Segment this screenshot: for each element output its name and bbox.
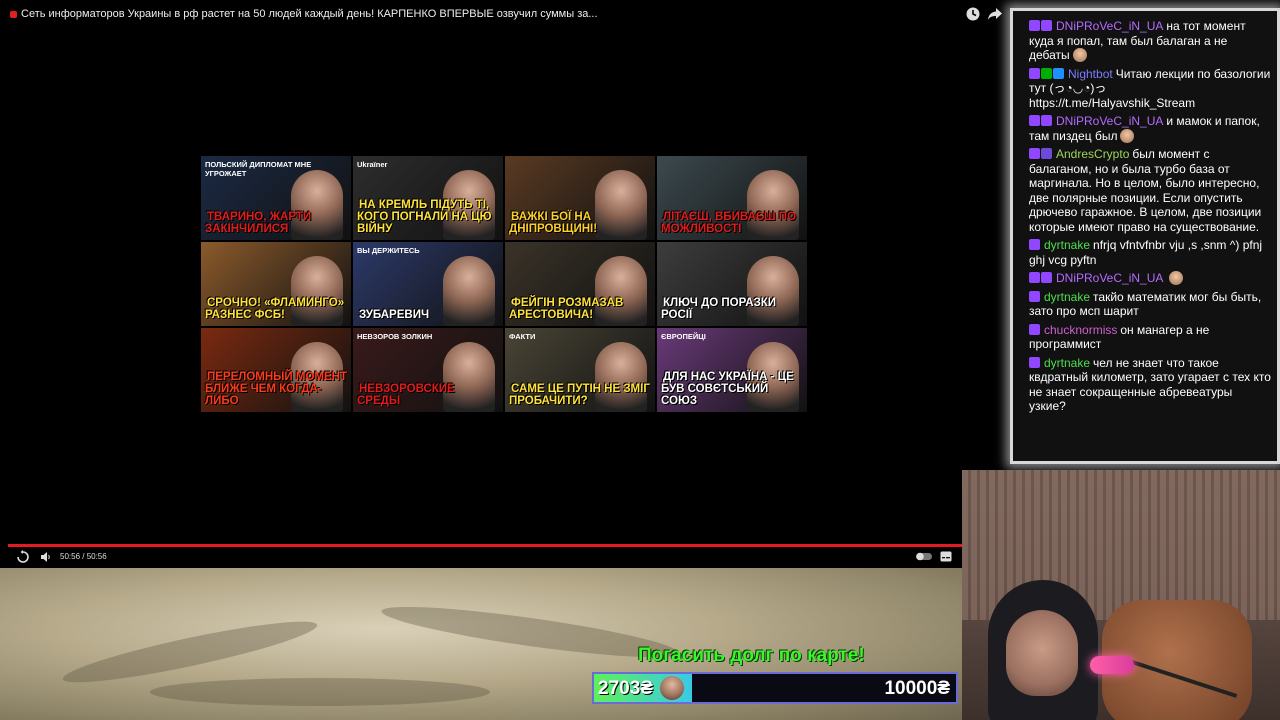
- chat-username[interactable]: dyrtnake: [1044, 356, 1090, 370]
- endscreen-video-tile[interactable]: Срочно! «Фламинго» разнес ФСБ!: [201, 242, 351, 326]
- endscreen-video-tile[interactable]: Ukraїner На Кремль підуть ті, кого погнал…: [353, 156, 503, 240]
- autoplay-toggle[interactable]: [916, 552, 932, 561]
- chat-message: chucknormiss он манагер а не программист: [1029, 323, 1271, 352]
- thumbnail-headline: Зубаревич: [359, 309, 430, 321]
- microphone: [1090, 656, 1134, 674]
- endscreen-video-tile[interactable]: Фейгін розмазав Арестовича!: [505, 242, 655, 326]
- thumbnail-headline: Невзоровские среды: [357, 383, 455, 407]
- time-display: 50:56 / 50:56: [60, 552, 107, 561]
- youtube-icon: [10, 10, 17, 18]
- chat-username[interactable]: dyrtnake: [1044, 238, 1090, 252]
- chat-badge-icon: [1029, 356, 1040, 368]
- chat-panel[interactable]: DNiPRoVeC_iN_UA на тот момент куда я попа…: [1010, 8, 1280, 464]
- chat-message: DNiPRoVeC_iN_UA: [1029, 271, 1271, 286]
- chat-badge-icon: [1041, 272, 1052, 283]
- chat-badge-icon: [1041, 148, 1052, 159]
- chat-message: DNiPRoVeC_iN_UA на тот момент куда я попа…: [1029, 19, 1271, 63]
- chat-username[interactable]: dyrtnake: [1044, 290, 1090, 304]
- donation-goal-bar: 2703₴ 10000₴: [592, 672, 958, 704]
- video-player[interactable]: Сеть информаторов Украины в рф растет на…: [0, 0, 1002, 568]
- chat-message: dyrtnake такйо математик мог бы быть, зат…: [1029, 290, 1271, 319]
- chat-badge-icon: [1029, 239, 1040, 250]
- thumbnail-headline: Срочно! «Фламинго» разнес ФСБ!: [205, 297, 345, 321]
- chat-message: dyrtnake чел не знает что такое квдратный…: [1029, 356, 1271, 414]
- volume-icon[interactable]: [40, 551, 52, 563]
- chat-messages: DNiPRoVeC_iN_UA на тот момент куда я попа…: [1029, 19, 1271, 418]
- thumbnail-caption: ВЫ ДЕРЖИТЕСЬ: [357, 246, 420, 255]
- chat-username[interactable]: DNiPRoVeC_iN_UA: [1056, 19, 1163, 33]
- chat-emote-icon: [1120, 128, 1135, 143]
- share-icon[interactable]: [987, 6, 1003, 22]
- endscreen-video-tile[interactable]: НЕВЗОРОВ ЗОЛКИН Невзоровские среды: [353, 328, 503, 412]
- chat-message: AndresCrypto был момент с балаганом, но и…: [1029, 147, 1271, 234]
- player-controls: 50:56 / 50:56: [0, 547, 962, 568]
- endscreen-video-tile[interactable]: Важкі бої на Дніпровщині!: [505, 156, 655, 240]
- chat-message-text: Читаю лекции по базологии тут (っ◔◡◔)っ ht…: [1029, 66, 1271, 110]
- video-title[interactable]: Сеть информаторов Украины в рф растет на…: [10, 8, 910, 20]
- endscreen-video-tile[interactable]: ВЫ ДЕРЖИТЕСЬ Зубаревич: [353, 242, 503, 326]
- chat-message: Nightbot Читаю лекции по базологии тут (っ…: [1029, 67, 1271, 111]
- chat-username[interactable]: DNiPRoVeC_iN_UA: [1056, 271, 1163, 285]
- donation-goal-current: 2703₴: [598, 678, 653, 699]
- thumbnail-headline: Для нас Україна - це був совєтський союз: [661, 371, 794, 407]
- thumbnail-caption: ФАКТИ: [509, 332, 536, 341]
- video-title-text: Сеть информаторов Украины в рф растет на…: [21, 8, 598, 20]
- thumbnail-caption: НЕВЗОРОВ ЗОЛКИН: [357, 332, 433, 341]
- chat-badge-icon: [1041, 67, 1052, 79]
- thumbnail-caption: ЄВРОПЕЙЦІ: [661, 332, 706, 341]
- replay-icon[interactable]: [16, 550, 30, 564]
- chat-badge-icon: [1029, 323, 1040, 335]
- chat-badge-icon: [1029, 67, 1040, 79]
- chat-badge-icon: [1041, 115, 1052, 126]
- thumbnail-headline: Літаєш, вбиваєш по можливості: [661, 211, 797, 235]
- donation-avatar: [660, 676, 684, 700]
- streamer-face: [1006, 610, 1078, 696]
- chat-badge-icon: [1029, 272, 1040, 283]
- chat-username[interactable]: Nightbot: [1068, 67, 1113, 81]
- chat-emote-icon: [1169, 271, 1184, 285]
- watch-later-icon[interactable]: [965, 6, 981, 22]
- donation-goal-title: Погасить долг по карте!: [638, 645, 865, 666]
- chat-username[interactable]: AndresCrypto: [1056, 147, 1129, 161]
- chat-username[interactable]: chucknormiss: [1044, 323, 1117, 337]
- thumbnail-headline: На Кремль підуть ті, кого погнали на цю …: [357, 199, 492, 235]
- thumbnail-headline: Переломный момент ближе чем когда-либо: [205, 371, 347, 407]
- thumbnail-headline: Саме це Путін не зміг пробачити?: [509, 383, 650, 407]
- webcam-feed: [962, 470, 1280, 720]
- endscreen-video-tile[interactable]: Літаєш, вбиваєш по можливості: [657, 156, 807, 240]
- endscreen-video-tile[interactable]: ФАКТИ Саме це Путін не зміг пробачити?: [505, 328, 655, 412]
- chat-badge-icon: [1053, 67, 1064, 79]
- endscreen-grid: ПОЛЬСКИЙ ДИПЛОМАТ МНЕ УГРОЖАЕТ Тварино, ж…: [201, 156, 807, 412]
- thumbnail-caption: Ukraїner: [357, 160, 388, 169]
- endscreen-video-tile[interactable]: Переломный момент ближе чем когда-либо: [201, 328, 351, 412]
- thumbnail-headline: Фейгін розмазав Арестовича!: [509, 297, 624, 321]
- chat-badge-icon: [1029, 148, 1040, 159]
- chat-username[interactable]: DNiPRoVeC_iN_UA: [1056, 114, 1163, 128]
- subtitles-icon[interactable]: [940, 551, 952, 562]
- thumbnail-caption: ПОЛЬСКИЙ ДИПЛОМАТ МНЕ УГРОЖАЕТ: [205, 160, 312, 178]
- thumbnail-headline: Тварино, жарти закінчилися: [205, 211, 312, 235]
- chat-badge-icon: [1029, 20, 1040, 31]
- thumbnail-headline: Важкі бої на Дніпровщині!: [509, 211, 598, 235]
- chat-message: DNiPRoVeC_iN_UA и мамок и папок, там пизд…: [1029, 114, 1271, 143]
- chat-message: dyrtnake nfrjq vfntvfnbr vju ,s ,snm ^) p…: [1029, 238, 1271, 267]
- chat-badge-icon: [1029, 115, 1040, 126]
- chat-badge-icon: [1029, 290, 1040, 302]
- chat-emote-icon: [1072, 48, 1087, 62]
- endscreen-video-tile[interactable]: ПОЛЬСКИЙ ДИПЛОМАТ МНЕ УГРОЖАЕТ Тварино, ж…: [201, 156, 351, 240]
- chat-badge-icon: [1041, 20, 1052, 31]
- thumbnail-headline: Ключ до поразки Росії: [661, 297, 777, 321]
- endscreen-video-tile[interactable]: Ключ до поразки Росії: [657, 242, 807, 326]
- endscreen-video-tile[interactable]: ЄВРОПЕЙЦІ Для нас Україна - це був совєтс…: [657, 328, 807, 412]
- donation-goal-target: 10000₴: [884, 678, 950, 699]
